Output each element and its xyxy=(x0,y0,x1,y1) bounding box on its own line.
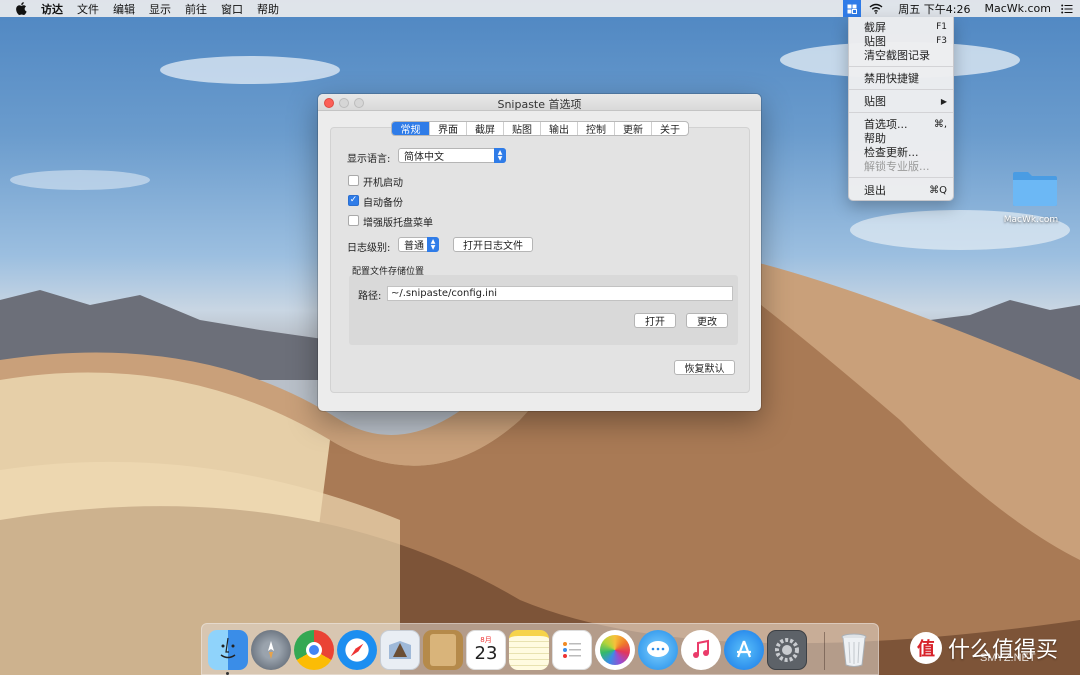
clock[interactable]: 周五 下午4:26 xyxy=(898,1,970,17)
window-title: Snipaste 首选项 xyxy=(497,98,582,111)
system-preferences-icon[interactable] xyxy=(767,630,807,670)
menu-item-disable-hotkeys[interactable]: 禁用快捷键 xyxy=(864,71,947,85)
notification-center-icon[interactable] xyxy=(1058,0,1076,17)
launchpad-icon[interactable] xyxy=(251,630,291,670)
autostart-label: 开机启动 xyxy=(363,178,403,189)
apple-logo-icon[interactable] xyxy=(14,2,28,15)
menu-go[interactable]: 前往 xyxy=(185,1,207,17)
window-titlebar[interactable]: Snipaste 首选项 xyxy=(318,94,761,111)
snipaste-tray-icon[interactable] xyxy=(843,0,862,17)
notes-icon[interactable] xyxy=(509,630,549,670)
menu-bar: 访达 文件 编辑 显示 前往 窗口 帮助 周五 下午4:26 MacWk.com xyxy=(0,0,1080,17)
enhanced-tray-checkbox[interactable] xyxy=(348,215,359,226)
menu-help[interactable]: 帮助 xyxy=(257,1,279,17)
music-icon[interactable] xyxy=(681,630,721,670)
preferences-window: Snipaste 首选项 常规 界面 截屏 贴图 输出 控制 更新 关于 显示语… xyxy=(318,94,761,411)
finder-icon[interactable] xyxy=(208,630,248,670)
chevron-updown-icon: ▲ ▼ xyxy=(494,148,506,163)
open-log-button[interactable]: 打开日志文件 xyxy=(453,237,533,252)
menu-item-preferences[interactable]: 首选项... ⌘, xyxy=(864,117,947,131)
watermark-badge: 值 xyxy=(910,632,942,664)
tab-interface[interactable]: 界面 xyxy=(429,122,466,135)
calendar-icon[interactable]: 8月 23 xyxy=(466,630,506,670)
dock: 8月 23 xyxy=(201,623,879,675)
dock-separator xyxy=(824,632,825,670)
config-path-field[interactable]: ~/.snipaste/config.ini xyxy=(387,286,733,301)
tab-general[interactable]: 常规 xyxy=(392,122,429,135)
photos-icon[interactable] xyxy=(595,630,635,670)
reminders-icon[interactable] xyxy=(552,630,592,670)
mail-icon[interactable] xyxy=(380,630,420,670)
tab-screenshot[interactable]: 截屏 xyxy=(466,122,503,135)
folder-label: MacWk.com xyxy=(1003,215,1059,225)
open-config-button[interactable]: 打开 xyxy=(634,313,676,328)
menu-edit[interactable]: 编辑 xyxy=(113,1,135,17)
menu-file[interactable]: 文件 xyxy=(77,1,99,17)
watermark-subtext: SMYZ.NET xyxy=(980,652,1036,664)
path-label: 路径: xyxy=(358,291,382,302)
desktop-folder[interactable]: MacWk.com xyxy=(1000,170,1062,225)
app-store-icon[interactable] xyxy=(724,630,764,670)
restore-defaults-button[interactable]: 恢复默认 xyxy=(674,360,735,375)
trash-icon[interactable] xyxy=(834,630,874,670)
config-path-value: ~/.snipaste/config.ini xyxy=(391,288,498,299)
snipaste-tray-menu: 截屏 F1 贴图 F3 清空截图记录 禁用快捷键 贴图 ▶ 首选项... ⌘, 帮助 检… xyxy=(848,17,954,201)
tab-about[interactable]: 关于 xyxy=(651,122,688,135)
menu-item-help[interactable]: 帮助 xyxy=(864,131,947,145)
messages-icon[interactable] xyxy=(638,630,678,670)
menu-finder[interactable]: 访达 xyxy=(41,1,63,17)
menu-item-pin[interactable]: 贴图 F3 xyxy=(864,34,947,48)
settings-panel xyxy=(330,127,750,393)
menu-item-unlock-pro: 解锁专业版... xyxy=(864,160,930,173)
menubar-site-label[interactable]: MacWk.com xyxy=(984,2,1051,15)
log-level-label: 日志级别: xyxy=(347,243,391,254)
autostart-checkbox[interactable] xyxy=(348,175,359,186)
language-select[interactable]: 简体中文 ▲ ▼ xyxy=(398,148,506,163)
change-config-button[interactable]: 更改 xyxy=(686,313,728,328)
tab-control[interactable]: 控制 xyxy=(577,122,614,135)
menu-item-check-updates[interactable]: 检查更新... xyxy=(864,145,947,159)
menu-window[interactable]: 窗口 xyxy=(221,1,243,17)
menu-separator xyxy=(849,89,953,90)
snipaste-icon xyxy=(847,4,858,14)
language-select-value: 简体中文 xyxy=(404,152,444,163)
auto-backup-label: 自动备份 xyxy=(363,198,403,209)
chevron-updown-icon: ▲ ▼ xyxy=(427,237,439,252)
enhanced-tray-label: 增强版托盘菜单 xyxy=(363,218,433,229)
tab-output[interactable]: 输出 xyxy=(540,122,577,135)
tab-bar: 常规 界面 截屏 贴图 输出 控制 更新 关于 xyxy=(391,121,689,136)
menu-item-clear-history[interactable]: 清空截图记录 xyxy=(864,48,947,62)
language-label: 显示语言: xyxy=(347,154,391,165)
menu-separator xyxy=(849,112,953,113)
menu-view[interactable]: 显示 xyxy=(149,1,171,17)
auto-backup-checkbox[interactable]: ✓ xyxy=(348,195,359,206)
chrome-icon[interactable] xyxy=(294,630,334,670)
menu-item-quit[interactable]: 退出 ⌘Q xyxy=(864,183,947,197)
menu-item-screenshot[interactable]: 截屏 F1 xyxy=(864,20,947,34)
tab-update[interactable]: 更新 xyxy=(614,122,651,135)
menu-separator xyxy=(849,66,953,67)
safari-icon[interactable] xyxy=(337,630,377,670)
tab-pin[interactable]: 贴图 xyxy=(503,122,540,135)
log-level-value: 普通 xyxy=(404,241,424,252)
menu-separator xyxy=(849,177,953,178)
contacts-icon[interactable] xyxy=(423,630,463,670)
wifi-icon[interactable] xyxy=(867,0,885,17)
folder-icon xyxy=(1012,172,1057,206)
calendar-day: 23 xyxy=(474,643,498,664)
log-level-select[interactable]: 普通 ▲ ▼ xyxy=(398,237,439,252)
menu-item-pin-submenu[interactable]: 贴图 ▶ xyxy=(864,94,947,108)
